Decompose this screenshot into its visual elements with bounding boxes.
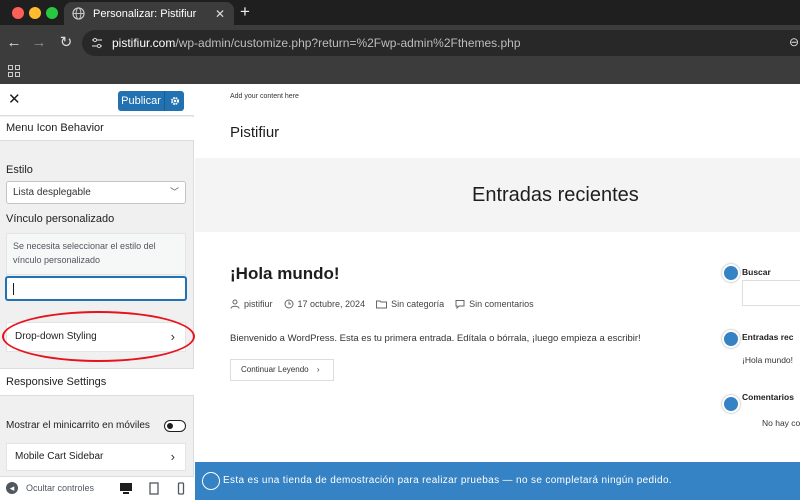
post-comments[interactable]: Sin comentarios — [469, 299, 534, 309]
reload-icon[interactable]: ↻ — [57, 34, 75, 52]
site-preview: Add your content here Pistifiur Entradas… — [195, 84, 800, 500]
mobile-cart-sidebar-button[interactable]: Mobile Cart Sidebar › — [6, 443, 186, 471]
site-settings-icon[interactable] — [91, 37, 103, 49]
url-bar[interactable]: pistifiur.com/wp-admin/customize.php?ret… — [82, 30, 800, 56]
edit-pencil-icon[interactable] — [722, 330, 740, 348]
text-caret — [13, 283, 14, 295]
widget-recent-item[interactable]: ¡Hola mundo! — [742, 355, 793, 365]
new-tab-button[interactable]: + — [240, 3, 250, 21]
apps-grid-icon[interactable] — [8, 65, 20, 77]
hide-controls-button[interactable]: ◂ Ocultar controles — [6, 482, 94, 494]
post-author[interactable]: pistifiur — [244, 299, 273, 309]
tab-title: Personalizar: Pistifiur — [93, 7, 197, 20]
gear-icon[interactable] — [164, 91, 184, 111]
hide-controls-label: Ocultar controles — [26, 483, 95, 493]
close-window-button[interactable] — [12, 7, 24, 19]
comment-icon — [455, 300, 465, 309]
widget-search-title: Buscar — [742, 267, 771, 277]
section-title: Menu Icon Behavior — [0, 117, 194, 141]
tab-close-icon[interactable]: ✕ — [212, 7, 228, 21]
mobile-cart-sidebar-label: Mobile Cart Sidebar — [15, 451, 104, 462]
customizer-sidebar: ✕ Publicar Menu Icon Behavior Estilo Lis… — [0, 84, 195, 500]
post-date: 17 octubre, 2024 — [297, 299, 366, 309]
minimize-window-button[interactable] — [29, 7, 41, 19]
back-arrow-icon[interactable]: ← — [5, 34, 23, 52]
top-bar-text: Add your content here — [230, 93, 299, 100]
vinculo-input[interactable] — [6, 277, 186, 300]
page-hero: Entradas recientes — [195, 158, 800, 232]
minicart-toggle-label: Mostrar el minicarrito en móviles — [6, 420, 150, 431]
edit-pencil-icon[interactable] — [722, 264, 740, 282]
minicart-toggle[interactable] — [164, 420, 186, 432]
post-excerpt: Bienvenido a WordPress. Esta es tu prime… — [230, 333, 641, 344]
url-host: pistifiur.com — [112, 36, 176, 50]
post-category[interactable]: Sin categoría — [391, 299, 444, 309]
widget-recent-title: Entradas rec — [742, 332, 794, 342]
widget-comments-title: Comentarios — [742, 392, 794, 402]
hero-title: Entradas recientes — [472, 184, 639, 206]
estilo-select-value: Lista desplegable — [13, 187, 91, 198]
folder-icon — [376, 300, 388, 309]
store-notice-text: Esta es una tienda de demostración para … — [223, 475, 672, 486]
toggle-knob — [167, 423, 173, 429]
chevron-right-icon: › — [316, 365, 320, 374]
bookmarks-bar — [0, 61, 800, 84]
customizer-footer: ◂ Ocultar controles — [0, 476, 194, 500]
estilo-select[interactable]: Lista desplegable ﹀ — [6, 181, 186, 204]
author-icon — [230, 299, 240, 309]
post-meta: pistifiur 17 octubre, 2024 Sin categoría… — [230, 299, 545, 309]
edit-pencil-icon[interactable] — [722, 395, 740, 413]
chevron-right-icon: › — [170, 329, 175, 344]
maximize-window-button[interactable] — [46, 7, 58, 19]
vinculo-label: Vínculo personalizado — [6, 213, 115, 225]
publish-button[interactable]: Publicar — [118, 91, 184, 111]
chevron-down-icon: ﹀ — [169, 187, 179, 197]
desktop-preview-icon[interactable] — [119, 482, 133, 495]
site-title[interactable]: Pistifiur — [230, 124, 279, 141]
responsive-settings-title: Responsive Settings — [0, 368, 194, 396]
zoom-icon[interactable]: ⊖ — [789, 35, 799, 49]
continue-reading-button[interactable]: Continuar Leyendo › — [230, 359, 334, 381]
address-toolbar: ← → ↻ pistifiur.com/wp-admin/customize.p… — [0, 25, 800, 61]
store-notice-bar: Esta es una tienda de demostración para … — [195, 462, 800, 500]
mobile-preview-icon[interactable] — [174, 482, 188, 495]
vinculo-notice: Se necesita seleccionar el estilo del ví… — [6, 233, 186, 275]
continue-reading-label: Continuar Leyendo — [241, 365, 309, 374]
clock-icon — [284, 299, 294, 309]
tablet-preview-icon[interactable] — [147, 482, 161, 495]
dropdown-styling-button[interactable]: Drop-down Styling › — [6, 322, 186, 352]
estilo-label: Estilo — [6, 164, 33, 176]
url-path: /wp-admin/customize.php?return=%2Fwp-adm… — [175, 36, 521, 50]
widget-search-input[interactable] — [742, 280, 800, 306]
close-icon[interactable]: ✕ — [8, 92, 21, 108]
widget-comments-text: No hay co — [762, 418, 800, 428]
browser-tab[interactable]: Personalizar: Pistifiur ✕ — [64, 2, 234, 25]
dropdown-styling-label: Drop-down Styling — [15, 331, 97, 342]
publish-label: Publicar — [121, 95, 161, 107]
edit-pencil-icon[interactable] — [202, 472, 220, 490]
customizer-header: ✕ Publicar — [0, 84, 194, 116]
post-title[interactable]: ¡Hola mundo! — [230, 264, 340, 284]
collapse-arrow-icon: ◂ — [6, 482, 18, 494]
forward-arrow-icon[interactable]: → — [30, 34, 48, 52]
globe-icon — [72, 7, 85, 20]
browser-tab-bar: Personalizar: Pistifiur ✕ + — [0, 0, 800, 25]
chevron-right-icon: › — [170, 449, 175, 464]
